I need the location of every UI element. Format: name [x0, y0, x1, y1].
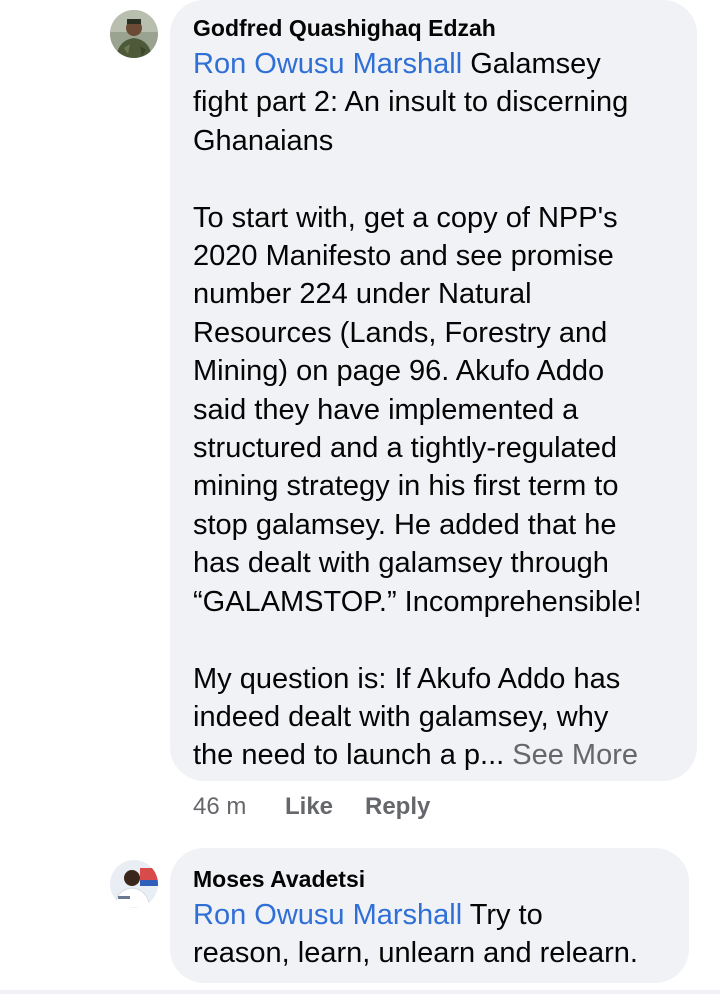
comment-text-first-line: Galamsey — [462, 48, 601, 80]
like-button[interactable]: Like — [285, 792, 333, 822]
comment-author[interactable]: Moses Avadetsi — [193, 865, 365, 893]
comment-text: Ron Owusu Marshall Galamsey fight part 2… — [193, 45, 693, 775]
comment-text: Ron Owusu Marshall Try to reason, learn,… — [193, 896, 683, 973]
comment-text-body: reason, learn, unlearn and relearn. — [193, 937, 638, 970]
see-more-link[interactable]: See More — [512, 739, 638, 771]
reply-button[interactable]: Reply — [365, 792, 430, 822]
comment-text-first-line: Try to — [462, 899, 543, 931]
comment-godfred: Godfred Quashighaq Edzah Ron Owusu Marsh… — [0, 0, 720, 830]
avatar[interactable] — [110, 860, 158, 908]
mention-link[interactable]: Ron Owusu Marshall — [193, 899, 462, 931]
comment-timestamp[interactable]: 46 m — [193, 792, 246, 822]
divider — [0, 990, 720, 994]
comment-author[interactable]: Godfred Quashighaq Edzah — [193, 14, 496, 42]
avatar[interactable] — [110, 10, 158, 58]
comment-actions: 46 m Like Reply — [193, 792, 593, 822]
comment-moses: Moses Avadetsi Ron Owusu Marshall Try to… — [0, 848, 720, 990]
comment-text-body: fight part 2: An insult to discerning Gh… — [193, 86, 642, 772]
user-photo-icon — [110, 10, 158, 58]
user-photo-icon — [110, 860, 158, 908]
mention-link[interactable]: Ron Owusu Marshall — [193, 48, 462, 80]
